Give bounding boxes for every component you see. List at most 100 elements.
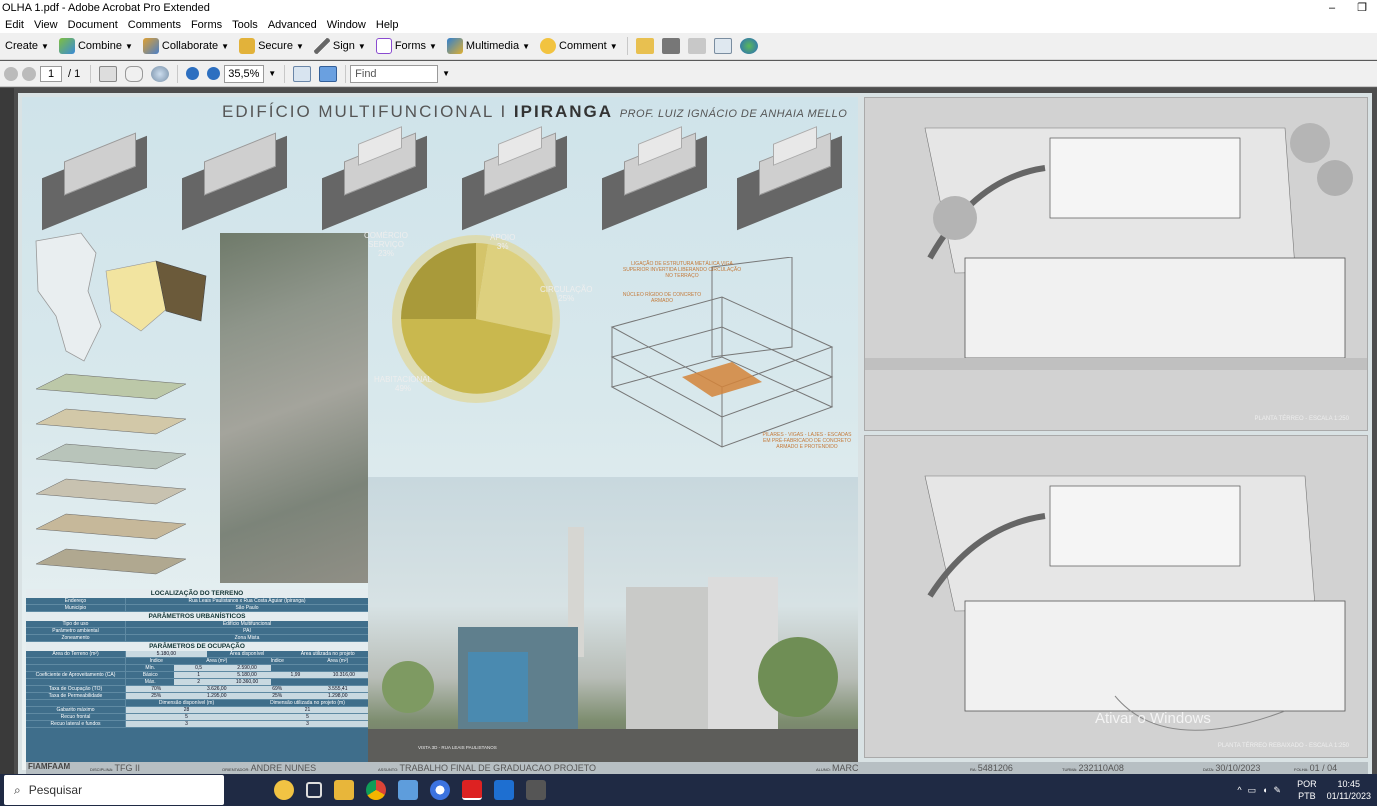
taskbar-search-label: Pesquisar [28, 783, 83, 797]
table-value: 69% [247, 686, 308, 692]
secure-button[interactable]: Secure ▼ [234, 35, 309, 57]
table-value: 3.555,41 [307, 686, 368, 692]
caret-down-icon: ▼ [522, 41, 531, 51]
sign-button[interactable]: Sign ▼ [309, 35, 371, 57]
table-value: São Paulo [235, 605, 259, 611]
toolbar-separator [177, 64, 179, 83]
globe-icon[interactable] [739, 38, 758, 54]
zoom-level-field[interactable]: 35,5% [224, 64, 265, 83]
language-indicator[interactable]: POR PTB [1297, 778, 1317, 802]
email-icon[interactable] [713, 38, 732, 54]
tray-chevron-icon[interactable]: ^ [1237, 785, 1241, 795]
clock-date: 01/11/2023 [1326, 791, 1371, 801]
multimedia-button[interactable]: Multimedia ▼ [442, 35, 535, 57]
network-icon[interactable]: ▭ [1248, 785, 1257, 796]
footer-label: FOLHA: [1294, 767, 1309, 772]
app-icon[interactable] [430, 780, 450, 800]
navigation-pane-strip[interactable] [0, 88, 14, 774]
collaborate-icon [142, 38, 159, 54]
calculator-icon[interactable] [526, 780, 546, 800]
table-key: Tipo de uso [26, 621, 126, 627]
footer-turma: TURMA: 232110A08 [1062, 763, 1124, 773]
table-value: 1.295,00 [186, 693, 247, 699]
chrome-icon[interactable] [366, 780, 386, 800]
create-label: Create [5, 40, 39, 52]
acrobat-icon[interactable] [462, 780, 482, 800]
massing-study-4 [452, 126, 580, 231]
select-tool-icon[interactable] [99, 65, 118, 82]
menu-view[interactable]: View [29, 19, 63, 31]
previous-page-icon[interactable] [4, 66, 18, 81]
store-icon[interactable] [398, 780, 418, 800]
collaborate-button[interactable]: Collaborate ▼ [138, 35, 234, 57]
sign-label: Sign [332, 40, 355, 52]
table-value: 5 [126, 714, 247, 720]
clock[interactable]: 10:45 01/11/2023 [1327, 778, 1371, 802]
open-folder-icon[interactable] [635, 38, 654, 54]
taskbar-search[interactable]: ⌕ Pesquisar [4, 775, 224, 805]
form-icon [375, 38, 392, 54]
pie-label-habitacional-name: HABITACIONAL [374, 375, 433, 384]
page-number-input[interactable]: 1 [40, 65, 62, 82]
table-row: Área do Terreno (m²) 5.180,00 Área disponí… [26, 651, 368, 658]
poster-title-prof: PROF. LUIZ IGNÁCIO DE ANHAIA MELLO [619, 108, 848, 120]
zoom-in-icon[interactable] [207, 67, 221, 80]
table-row: Índice Área (m²) Índice Área (m²) [26, 658, 368, 665]
save-icon[interactable] [687, 38, 706, 54]
task-view-icon[interactable] [306, 782, 322, 798]
multimedia-icon [446, 38, 463, 54]
table-row: Recuo lateral e fundos 3 3 [26, 721, 368, 728]
zoom-dropdown-icon[interactable]: ▼ [268, 69, 276, 78]
combine-button[interactable]: Combine ▼ [54, 35, 138, 57]
find-dropdown-icon[interactable]: ▼ [442, 69, 450, 78]
table-value: 5 [247, 714, 368, 720]
fit-page-icon[interactable] [319, 65, 338, 82]
activation-watermark: Ativar o Windows [1095, 710, 1211, 727]
table-header: Área (m²) [206, 658, 228, 664]
hand-tool-icon[interactable] [125, 65, 144, 82]
minimize-button[interactable]: – [1317, 0, 1347, 16]
menu-help[interactable]: Help [371, 19, 404, 31]
table-row: Dimensão disponível (m) Dimensão utilizad… [26, 700, 368, 707]
forms-button[interactable]: Forms ▼ [371, 35, 442, 57]
table-row: Coeficiente de Aproveitamento (CA) Básico… [26, 672, 369, 679]
footer-ra: RA: 5481206 [970, 763, 1013, 773]
restore-button[interactable]: ❐ [1347, 0, 1377, 16]
volume-icon[interactable]: ◖ [1262, 785, 1267, 795]
table-row: Endereço Rua Leais Paulistanos x Rua Cost… [26, 598, 368, 605]
find-input[interactable]: Find [350, 64, 439, 83]
table-value: 3.626,00 [186, 686, 247, 692]
table-header: Área disponível [229, 651, 265, 657]
table-header: Dimensão utilizada no projeto (m) [270, 700, 345, 706]
poster-footer: FIAMFAAM DISCIPLINA: TFG II ORIENTADOR: … [26, 762, 953, 774]
create-button[interactable]: Create ▼ [0, 35, 54, 57]
revit-icon[interactable] [494, 780, 514, 800]
menu-forms[interactable]: Forms [186, 19, 227, 31]
footer-value: TRABALHO FINAL DE GRADUACAO PROJETO [399, 763, 597, 773]
floor-plan-ground: PLANTA TÉRREO - ESCALA 1:250 [864, 97, 1368, 431]
comment-button[interactable]: Comment ▼ [535, 35, 623, 57]
widget-icon[interactable] [274, 780, 294, 800]
multimedia-label: Multimedia [465, 40, 520, 52]
zoom-out-icon[interactable] [186, 67, 200, 80]
fit-width-icon[interactable] [293, 65, 312, 82]
table-row: Recuo frontal 5 5 [26, 714, 368, 721]
menu-tools[interactable]: Tools [227, 19, 263, 31]
footer-disciplina: DISCIPLINA: TFG II [90, 763, 140, 773]
footer-value: 01 / 04 [1309, 763, 1338, 773]
print-icon[interactable] [661, 38, 680, 54]
menu-edit[interactable]: Edit [0, 19, 29, 31]
zoom-tool-icon[interactable] [151, 65, 170, 82]
menu-document[interactable]: Document [63, 19, 123, 31]
menu-comments[interactable]: Comments [123, 19, 186, 31]
footer-orientador: ORIENTADOR: ANDRE NUNES [222, 763, 316, 773]
menu-advanced[interactable]: Advanced [263, 19, 322, 31]
comment-label: Comment [559, 40, 607, 52]
next-page-icon[interactable] [22, 66, 36, 81]
speech-bubble-icon [540, 38, 557, 54]
pen-tray-icon[interactable]: ✎ [1274, 785, 1282, 796]
file-explorer-icon[interactable] [334, 780, 354, 800]
menu-window[interactable]: Window [322, 19, 371, 31]
floor-plan-ground-drawing [865, 98, 1367, 430]
table-header: Área utilizada no projeto [300, 651, 355, 657]
